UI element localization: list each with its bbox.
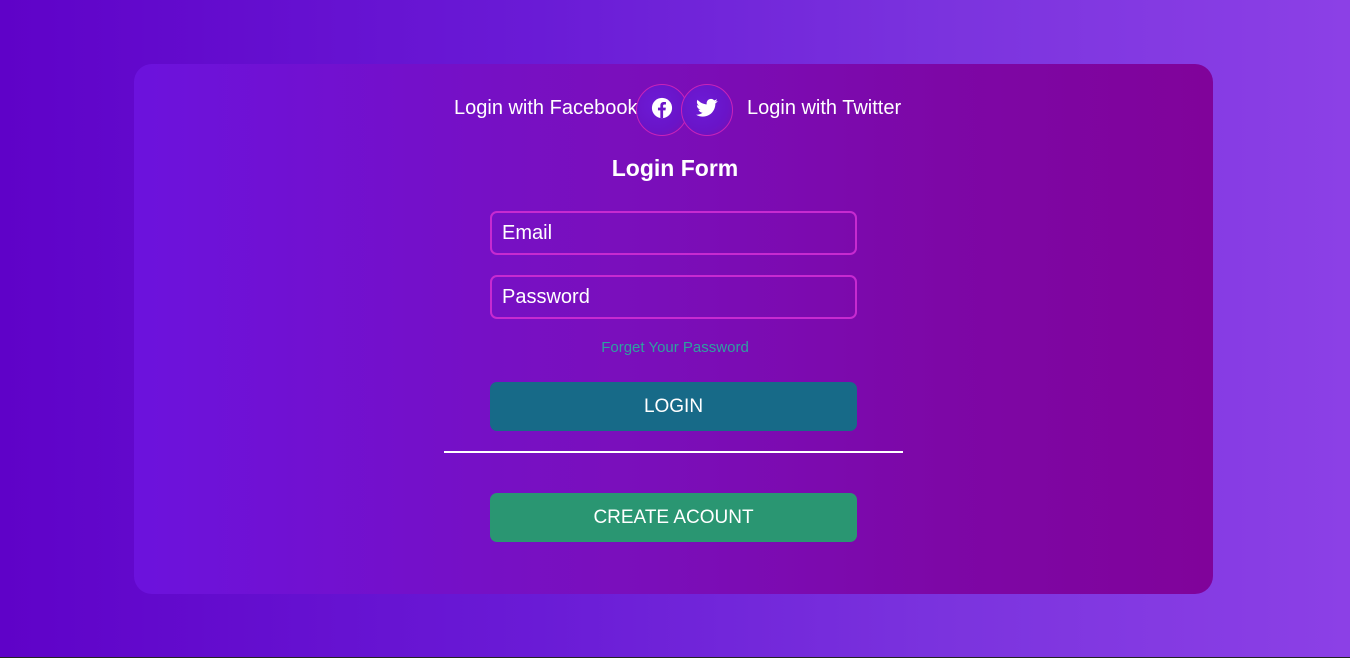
facebook-login-label[interactable]: Login with Facebook: [454, 97, 637, 120]
twitter-login-button[interactable]: [681, 84, 733, 136]
email-field[interactable]: [490, 211, 857, 255]
create-account-button[interactable]: CREATE ACOUNT: [490, 493, 857, 542]
form-title: Login Form: [611, 155, 739, 181]
forgot-password-label[interactable]: Forget Your Password: [601, 339, 749, 356]
twitter-icon: [696, 98, 718, 123]
password-field[interactable]: [490, 275, 857, 319]
social-login-row: Login with Facebook Login with Twitter: [0, 84, 1350, 136]
login-button[interactable]: LOGIN: [490, 382, 857, 431]
facebook-icon: [651, 97, 673, 124]
divider: [444, 451, 903, 453]
forgot-password-link[interactable]: Forget Your Password: [0, 339, 1350, 356]
twitter-login-label[interactable]: Login with Twitter: [747, 97, 901, 120]
